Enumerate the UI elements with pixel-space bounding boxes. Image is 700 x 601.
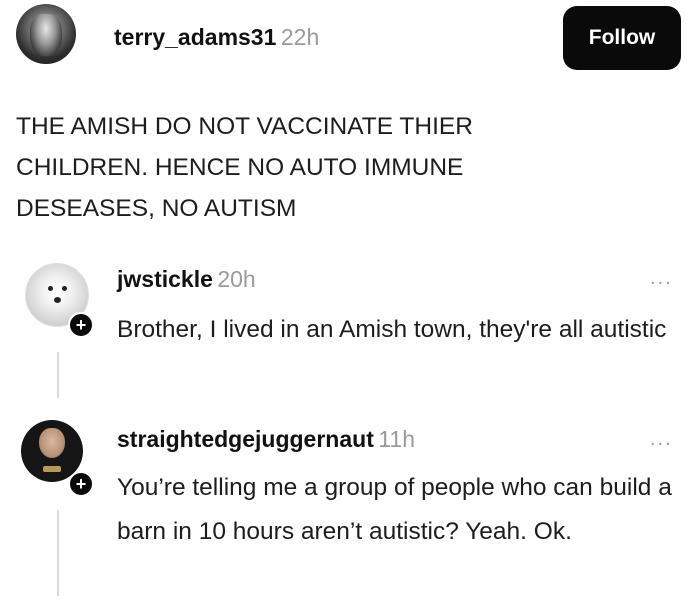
comment-username[interactable]: jwstickle	[117, 266, 213, 292]
follow-plus-icon[interactable]: +	[68, 471, 94, 497]
thread-line	[57, 510, 59, 596]
more-options-icon[interactable]: ...	[650, 268, 673, 288]
person-face	[39, 428, 65, 458]
comment-text: You’re telling me a group of people who …	[117, 474, 672, 545]
comment-time: 11h	[378, 426, 415, 452]
skull-figure-image	[30, 14, 62, 56]
post-author-avatar[interactable]	[16, 4, 76, 64]
shirt-print	[43, 466, 61, 472]
follow-plus-icon[interactable]: +	[68, 312, 94, 338]
dog-eye	[48, 286, 53, 291]
post-time: 22h	[280, 24, 320, 50]
dog-nose	[54, 297, 61, 303]
follow-button[interactable]: Follow	[563, 6, 681, 70]
post-header: terry_adams31 22h	[114, 24, 319, 51]
post-text: THE AMISH DO NOT VACCINATE THIER CHILDRE…	[16, 113, 473, 222]
comment-time: 20h	[217, 266, 256, 292]
thread-line	[57, 352, 59, 398]
dog-eye	[62, 286, 67, 291]
post-username[interactable]: terry_adams31	[114, 24, 276, 50]
more-options-icon[interactable]: ...	[650, 429, 673, 449]
comment-text: Brother, I lived in an Amish town, they'…	[117, 316, 667, 343]
comment-header: straightedgejuggernaut 11h	[117, 426, 415, 453]
comment-header: jwstickle 20h	[117, 266, 256, 293]
comment-username[interactable]: straightedgejuggernaut	[117, 426, 374, 452]
